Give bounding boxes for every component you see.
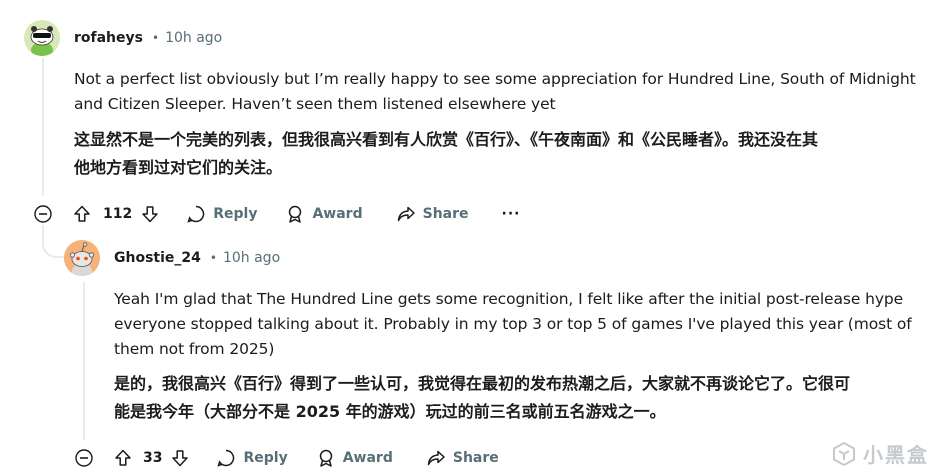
reply-button[interactable]: Reply [216,443,288,473]
username[interactable]: Ghostie_24 [114,250,201,266]
body-line: them not from 2025) [114,340,275,358]
reply-bubble-icon [187,205,205,223]
body-line: everyone stopped talking about it. Proba… [114,315,912,333]
award-button[interactable]: Award [285,199,363,229]
share-arrow-icon [427,450,445,466]
award-label: Award [312,206,363,222]
award-icon [319,449,332,467]
more-dots-icon: ··· [501,206,521,222]
vote-count: 112 [103,206,133,222]
share-label: Share [422,206,469,222]
avatar[interactable] [24,20,60,56]
share-button[interactable]: Share [396,199,469,229]
share-button[interactable]: Share [426,443,499,473]
award-icon [289,205,302,223]
timestamp[interactable]: 10h ago [165,30,222,46]
username[interactable]: rofaheys [74,30,143,46]
upvote-icon[interactable] [72,204,92,224]
comment-body-zh: 这显然不是一个完美的列表，但我很高兴看到有人欣赏《百行》、《午夜南面》和《公民睡… [74,126,818,182]
reply-label: Reply [213,206,258,222]
collapse-button[interactable] [34,205,52,223]
body-line: Not a perfect list obviously but I’m rea… [74,70,916,88]
vote-count: 33 [143,450,163,466]
reply-button[interactable]: Reply [186,199,257,229]
timestamp[interactable]: 10h ago [223,250,280,266]
collapse-minus-icon [34,205,52,223]
heybox-logo-icon [833,441,855,466]
avatar[interactable] [64,240,100,276]
watermark-text: 小黑盒 [863,443,929,467]
thread-line-main [42,58,44,196]
comment-actions: 112 Reply Award Share ··· [72,199,521,229]
body-line: and Citizen Sleeper. Haven’t seen them l… [74,95,556,113]
comment-meta: Ghostie_24 • 10h ago [114,250,280,266]
award-button[interactable]: Award [316,443,393,473]
share-label: Share [452,450,499,466]
body-line: 是的，我很高兴《百行》得到了一些认可，我觉得在最初的发布热潮之后，大家就不再谈论… [114,374,851,393]
comment-meta: rofaheys • 10h ago [74,30,222,46]
comment-body-zh: 是的，我很高兴《百行》得到了一些认可，我觉得在最初的发布热潮之后，大家就不再谈论… [114,370,850,426]
comment-body-en: Not a perfect list obviously but I’m rea… [74,67,916,117]
more-options-button[interactable]: ··· [502,199,521,229]
body-line: Yeah I'm glad that The Hundred Line gets… [114,290,904,308]
body-line: 这显然不是一个完美的列表，但我很高兴看到有人欣赏《百行》、《午夜南面》和《公民睡… [74,130,819,149]
body-line: 能是我今年（大部分不是 2025 年的游戏）玩过的前三名或前五名游戏之一。 [114,402,666,421]
upvote-icon[interactable] [113,448,133,468]
meta-separator: • [151,31,160,45]
thread-branch-curve [42,230,64,258]
downvote-icon[interactable] [140,204,160,224]
downvote-icon[interactable] [170,448,190,468]
comment-actions: 33 Reply Award Share [113,443,499,473]
snoo-sunglasses-avatar-icon [24,20,60,56]
reply-label: Reply [243,450,288,466]
snoo-orange-avatar-icon [64,240,100,276]
collapse-button[interactable] [75,449,93,467]
award-label: Award [342,450,393,466]
thread-line-reply [83,282,85,440]
meta-separator: • [209,251,217,265]
collapse-minus-icon [75,449,93,467]
body-line: 他地方看到过对它们的关注。 [74,158,283,177]
share-arrow-icon [397,206,415,222]
comment-body-en: Yeah I'm glad that The Hundred Line gets… [114,287,912,362]
reply-bubble-icon [217,449,235,467]
watermark: 小黑盒 [831,439,929,468]
